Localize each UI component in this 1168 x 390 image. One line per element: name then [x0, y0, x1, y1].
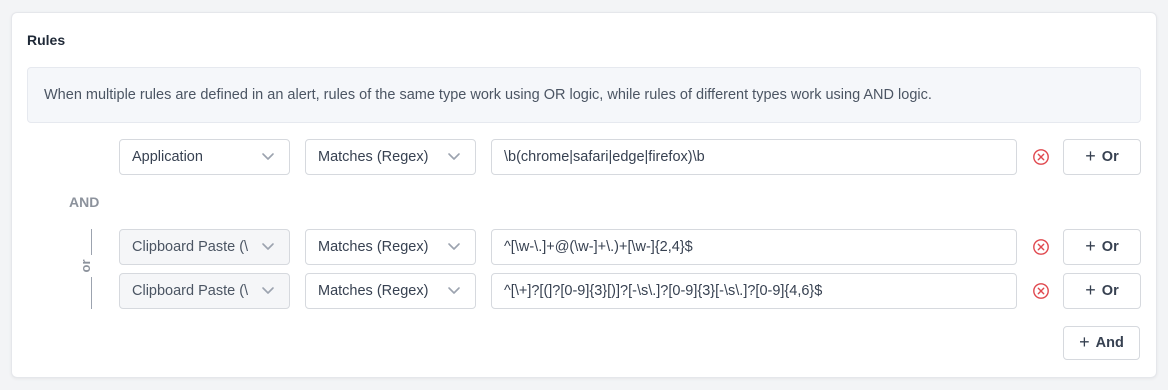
rule-value-input[interactable]: \b(chrome|safari|edge|firefox)\b — [491, 139, 1017, 175]
rule-type-value: Clipboard Paste (\ — [132, 283, 249, 299]
chevron-down-icon — [448, 243, 460, 250]
add-or-label: Or — [1101, 239, 1119, 255]
chevron-down-icon — [448, 287, 460, 294]
rule-type-value: Clipboard Paste (\ — [132, 239, 249, 255]
rule-operator-select[interactable]: Matches (Regex) — [305, 139, 476, 175]
add-or-label: Or — [1101, 283, 1119, 299]
remove-rule-icon[interactable] — [1032, 282, 1050, 300]
plus-icon: + — [1085, 145, 1096, 166]
rule-type-select[interactable]: Application — [119, 139, 290, 175]
rule-type-select[interactable]: Clipboard Paste (\ — [119, 273, 290, 309]
info-text: When multiple rules are defined in an al… — [44, 87, 932, 103]
plus-icon: + — [1085, 235, 1096, 256]
add-and-button[interactable]: + And — [1063, 326, 1140, 360]
rule-value-text: ^[\w-\.]+@(\w-]+\.)+[\w-]{2,4}$ — [504, 239, 693, 255]
rule-value-text: ^[\+]?[(]?[0-9]{3}[)]?[-\s\.]?[0-9]{3}[-… — [504, 283, 823, 299]
rule-type-select[interactable]: Clipboard Paste (\ — [119, 229, 290, 265]
chevron-down-icon — [262, 153, 274, 160]
rule-operator-value: Matches (Regex) — [318, 283, 429, 299]
rule-operator-value: Matches (Regex) — [318, 239, 429, 255]
add-or-button[interactable]: + Or — [1063, 139, 1141, 175]
and-connector-label: AND — [69, 194, 100, 210]
add-or-button[interactable]: + Or — [1063, 273, 1141, 309]
chevron-down-icon — [262, 287, 274, 294]
rule-value-input[interactable]: ^[\+]?[(]?[0-9]{3}[)]?[-\s\.]?[0-9]{3}[-… — [491, 273, 1017, 309]
remove-rule-icon[interactable] — [1032, 148, 1050, 166]
rule-value-text: \b(chrome|safari|edge|firefox)\b — [504, 149, 705, 165]
chevron-down-icon — [262, 243, 274, 250]
rule-operator-select[interactable]: Matches (Regex) — [305, 229, 476, 265]
plus-icon: + — [1079, 331, 1090, 352]
rule-row: Clipboard Paste (\ Matches (Regex) ^[\w-… — [12, 229, 1156, 265]
rule-operator-select[interactable]: Matches (Regex) — [305, 273, 476, 309]
rule-type-value: Application — [132, 149, 203, 165]
rule-value-input[interactable]: ^[\w-\.]+@(\w-]+\.)+[\w-]{2,4}$ — [491, 229, 1017, 265]
rule-row: Clipboard Paste (\ Matches (Regex) ^[\+]… — [12, 273, 1156, 309]
add-or-button[interactable]: + Or — [1063, 229, 1141, 265]
rule-row: Application Matches (Regex) \b(chrome|sa… — [12, 139, 1156, 175]
info-banner: When multiple rules are defined in an al… — [27, 67, 1141, 123]
rules-card: Rules When multiple rules are defined in… — [11, 12, 1157, 378]
remove-rule-icon[interactable] — [1032, 238, 1050, 256]
section-title: Rules — [27, 32, 66, 48]
add-and-label: And — [1095, 335, 1124, 351]
chevron-down-icon — [448, 153, 460, 160]
add-or-label: Or — [1101, 149, 1119, 165]
rule-operator-value: Matches (Regex) — [318, 149, 429, 165]
plus-icon: + — [1085, 279, 1096, 300]
